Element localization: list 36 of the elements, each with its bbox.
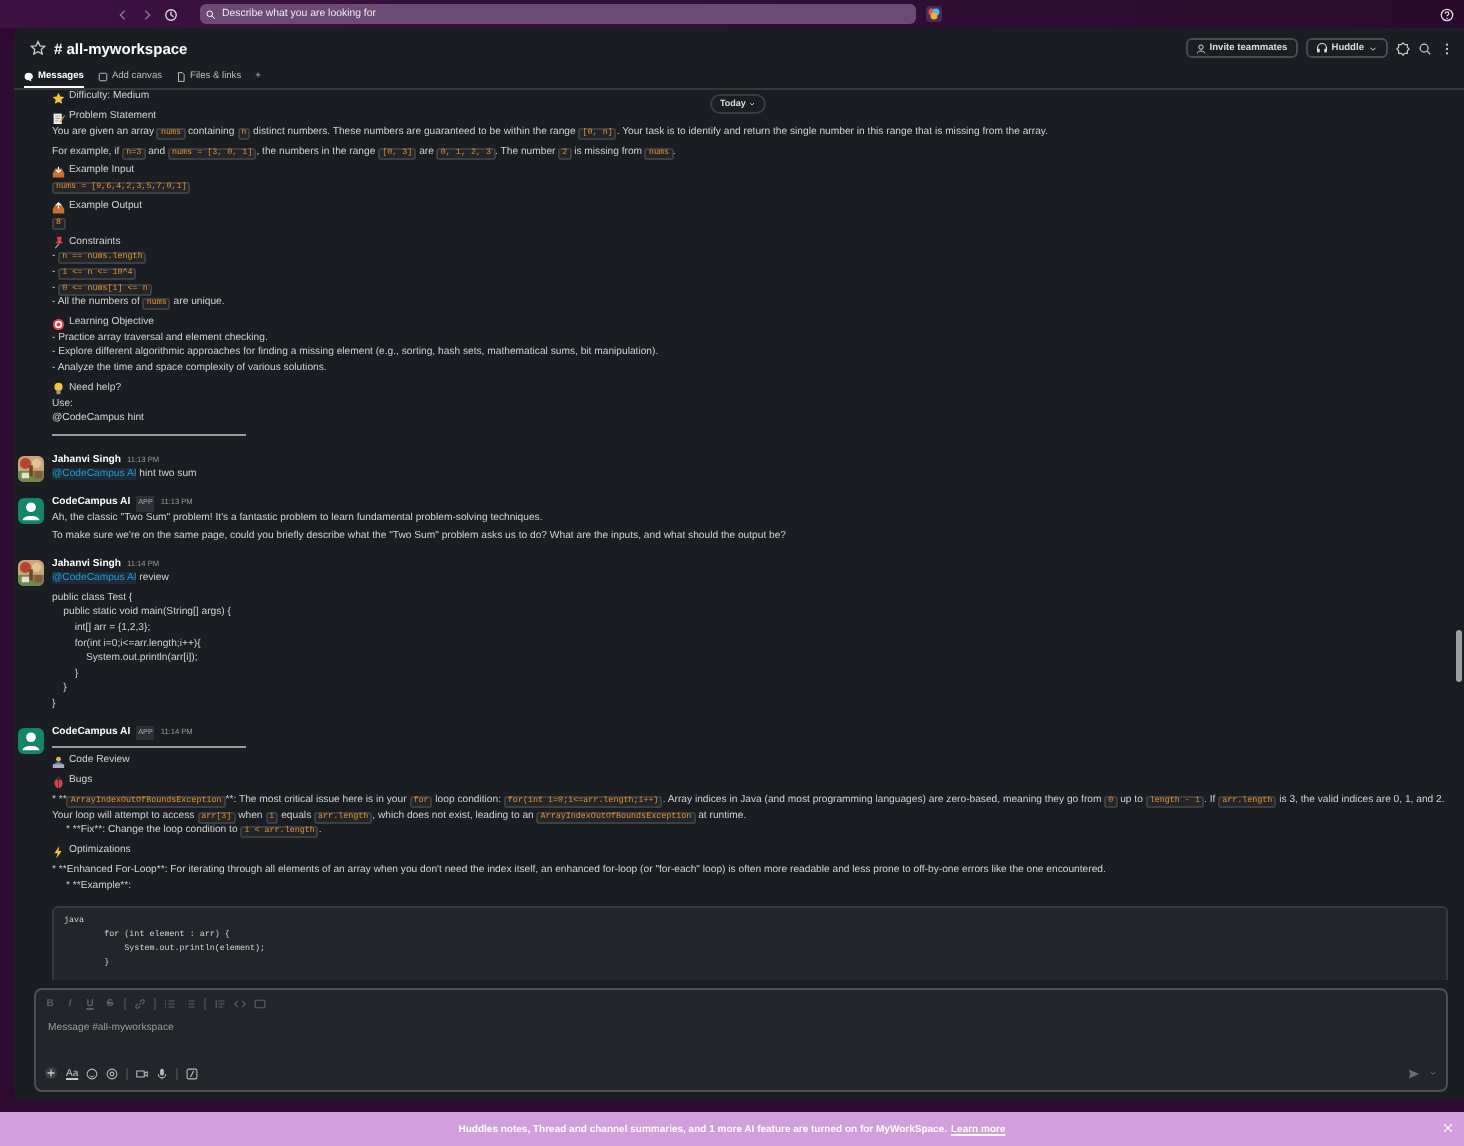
- lightning-icon: [52, 845, 65, 859]
- chat-icon: [24, 72, 34, 82]
- star-icon: [52, 91, 65, 105]
- history-icon[interactable]: [164, 7, 178, 21]
- person-icon: [1195, 43, 1206, 53]
- search-icon[interactable]: [1418, 41, 1432, 55]
- bug-icon: [52, 775, 65, 789]
- scrollbar[interactable]: [1456, 630, 1462, 682]
- target-icon: [52, 317, 65, 330]
- caret-icon: [1368, 43, 1378, 53]
- canvas-page-icon: [97, 72, 108, 82]
- emoji-icon[interactable]: [86, 1067, 99, 1079]
- tray-icon: [52, 201, 65, 215]
- send-icon[interactable]: [1408, 1067, 1420, 1079]
- help-icon[interactable]: [1440, 7, 1454, 21]
- lightbulb-icon: [52, 382, 65, 396]
- star-outline-icon[interactable]: [30, 40, 46, 56]
- app-avatar-icon: [18, 727, 44, 754]
- files-icon: [176, 72, 187, 82]
- back-icon[interactable]: [116, 7, 130, 21]
- mention-icon[interactable]: [106, 1067, 119, 1079]
- pushpin-icon: [52, 236, 65, 250]
- more-icon[interactable]: [1440, 41, 1454, 55]
- microphone-icon[interactable]: [156, 1067, 169, 1079]
- forward-icon[interactable]: [140, 7, 154, 21]
- memo-icon: [52, 111, 65, 125]
- canvas-icon[interactable]: [1396, 41, 1410, 55]
- laptop-person-icon: [52, 755, 65, 769]
- shortcut-icon[interactable]: [186, 1067, 199, 1079]
- video-icon[interactable]: [136, 1067, 149, 1079]
- tray-icon: [52, 165, 65, 179]
- app-avatar-icon: [18, 497, 44, 524]
- ai-sparkle-icon[interactable]: [926, 6, 942, 22]
- headphones-icon: [1315, 42, 1328, 54]
- search-icon: [206, 9, 216, 19]
- plus-icon[interactable]: [44, 1066, 58, 1080]
